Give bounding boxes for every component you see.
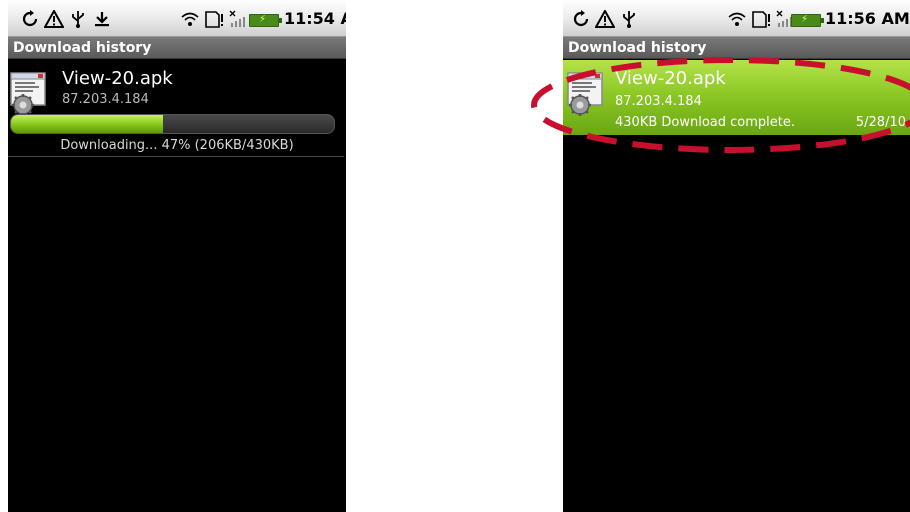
sync-icon [573,10,589,27]
no-signal-icon [229,10,245,27]
wifi-icon [181,12,199,26]
file-source: 87.203.4.184 [62,92,149,107]
apk-file-icon [567,72,603,116]
wifi-icon [728,12,746,26]
phone-screen-complete: ⚡ 11:56 AM Download history View-20.apk … [563,0,910,512]
download-icon [95,12,109,27]
battery-charging-icon: ⚡ [249,14,282,27]
page-title: Download history [8,37,346,59]
usb-icon [623,11,635,28]
warning-icon [595,10,615,28]
divider [8,156,344,157]
page-title: Download history [563,37,910,59]
sync-icon [22,10,38,27]
battery-charging-icon: ⚡ [791,14,824,27]
file-name: View-20.apk [62,68,173,89]
usb-icon [72,11,84,28]
download-status: Downloading... 47% (206KB/430KB) [60,138,294,153]
download-progress-fill [11,115,163,133]
status-bar: ⚡ 11:56 AM [563,0,910,37]
sd-card-alert-icon [752,11,770,28]
phone-screen-downloading: ⚡ 11:54 AM Download history View-20.apk … [8,0,346,512]
download-item[interactable]: View-20.apk 87.203.4.184 Downloading... … [8,60,346,156]
apk-file-icon [10,72,46,116]
status-time: 11:54 AM [284,9,346,28]
warning-icon [44,10,64,28]
sd-card-alert-icon [205,11,223,28]
download-progress-bar [10,114,335,134]
status-time: 11:56 AM [825,9,910,28]
download-item-selected[interactable]: View-20.apk 87.203.4.184 430KB Download … [563,60,910,135]
status-bar: ⚡ 11:54 AM [8,0,346,37]
download-status: 430KB Download complete. [615,115,795,130]
file-name: View-20.apk [615,68,726,89]
download-date: 5/28/10 [855,115,906,130]
file-source: 87.203.4.184 [615,94,702,109]
